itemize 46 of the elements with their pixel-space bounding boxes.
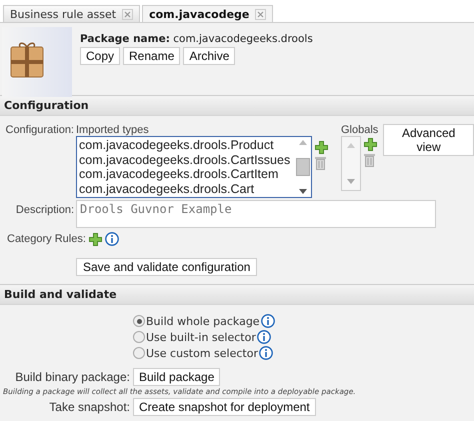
radio-button[interactable] (133, 331, 145, 343)
info-icon[interactable] (256, 330, 271, 344)
list-item[interactable]: com.javacodegeeks.drools.CartIssues (79, 152, 295, 167)
section-header: Build and validate (0, 284, 474, 305)
close-icon[interactable] (122, 8, 134, 20)
section-header: Configuration (0, 95, 474, 116)
option-label: Build whole package (146, 314, 260, 328)
field-label: Category Rules: (7, 233, 86, 245)
add-icon[interactable] (88, 232, 102, 246)
package-icon (2, 27, 72, 97)
scrollbar[interactable] (295, 137, 311, 197)
list-item[interactable]: com.javacodegeeks.drools.Product (79, 138, 295, 152)
tab[interactable]: com.javacodege (142, 5, 274, 22)
imported-types-list[interactable]: com.javacodegeeks.drools.Product com.javacodegeeks.drools.CartIssues com.javacodegeeks.drools.CartItem com.javacodegeeks.drools.Cart (76, 136, 312, 198)
save-button[interactable]: Save and validate configuration (76, 258, 258, 276)
option-label: Use custom selector (146, 346, 258, 360)
package-action-button[interactable]: Rename (123, 47, 180, 65)
build-button[interactable]: Build package (133, 368, 220, 386)
info-icon[interactable] (259, 346, 273, 360)
field-label: Configuration: (4, 124, 75, 136)
info-icon[interactable] (104, 232, 119, 246)
field-label: Build binary package: (14, 370, 131, 384)
close-icon[interactable] (255, 8, 266, 20)
trash-icon[interactable] (364, 153, 375, 167)
radio-button[interactable] (133, 315, 145, 327)
tab-label: com.javacodege (149, 8, 250, 20)
radio-button[interactable] (133, 347, 145, 359)
snapshot-button[interactable]: Create snapshot for deployment (133, 398, 316, 416)
add-icon[interactable] (315, 141, 328, 154)
option-label: Use built-in selector (146, 330, 256, 344)
list-item[interactable]: com.javacodegeeks.drools.CartItem (79, 167, 295, 182)
package-name: Package name: com.javacodegeeks.drools (80, 33, 313, 45)
field-label: Take snapshot: (48, 400, 131, 414)
tab-label: Business rule asset (10, 8, 116, 20)
field-label: Description: (14, 204, 75, 216)
info-icon[interactable] (260, 314, 275, 328)
list-item[interactable]: com.javacodegeeks.drools.Cart (79, 182, 295, 196)
field-label: Imported types (76, 124, 150, 136)
trash-icon[interactable] (315, 156, 326, 170)
add-icon[interactable] (364, 138, 377, 151)
package-action-button[interactable]: Archive (183, 47, 236, 65)
field-label: Globals (341, 124, 378, 136)
advanced-view-button[interactable]: Advanced view (383, 124, 474, 156)
package-action-button[interactable]: Copy (80, 47, 120, 65)
description-field[interactable]: Drools Guvnor Example (76, 200, 436, 228)
tab[interactable]: Business rule asset (3, 5, 140, 22)
